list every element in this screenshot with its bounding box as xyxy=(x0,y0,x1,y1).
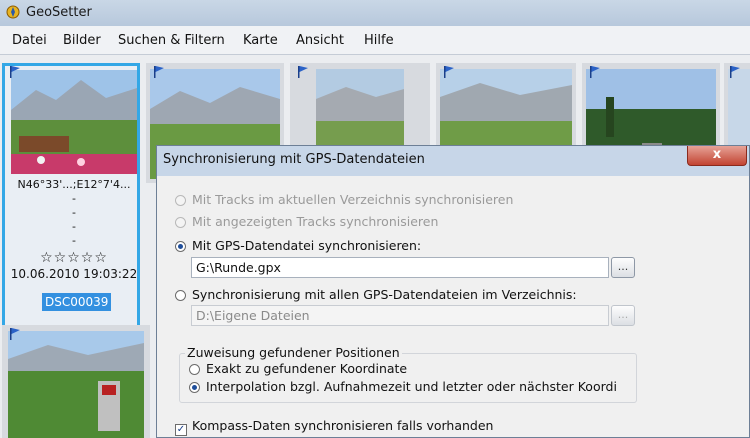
gps-flag-icon xyxy=(590,66,600,78)
thumbnail-dash: - xyxy=(72,192,76,205)
menu-bilder[interactable]: Bilder xyxy=(63,33,101,48)
rating-stars[interactable]: ☆☆☆☆☆ xyxy=(5,250,143,266)
dialog-title: Synchronisierung mit GPS-Datendateien xyxy=(163,152,425,167)
gps-flag-icon xyxy=(10,66,20,78)
close-button[interactable]: x xyxy=(687,146,747,166)
thumbnail-datetime: 10.06.2010 19:03:22 xyxy=(10,267,138,281)
option-interpolation[interactable]: Interpolation bzgl. Aufnahmezeit und let… xyxy=(189,379,617,394)
radio-selected-icon xyxy=(189,382,200,393)
window-title: GeoSetter xyxy=(26,5,92,20)
thumbnail[interactable] xyxy=(2,325,150,438)
thumbnail-dash: - xyxy=(72,206,76,219)
browse-gps-file-button[interactable]: ... xyxy=(611,257,635,278)
menu-suchen-filtern[interactable]: Suchen & Filtern xyxy=(118,33,225,48)
compass-checkbox-row[interactable]: ✓ Kompass-Daten synchronisieren falls vor… xyxy=(175,418,493,436)
gps-flag-icon xyxy=(298,66,308,78)
gps-sync-dialog: Synchronisierung mit GPS-Datendateien x … xyxy=(156,145,750,438)
menu-ansicht[interactable]: Ansicht xyxy=(296,33,344,48)
option-gps-file[interactable]: Mit GPS-Datendatei synchronisieren: xyxy=(175,238,421,253)
thumbnail-filename: DSC00039 xyxy=(42,293,112,311)
menu-bar: Datei Bilder Suchen & Filtern Karte Ansi… xyxy=(0,26,750,55)
gps-flag-icon xyxy=(730,66,740,78)
gps-flag-icon xyxy=(444,66,454,78)
option-all-files-directory[interactable]: Synchronisierung mit allen GPS-Datendate… xyxy=(175,287,577,302)
browse-directory-button[interactable]: ... xyxy=(611,305,635,326)
directory-path-input[interactable]: D:\Eigene Dateien xyxy=(191,305,609,326)
assignment-group-label: Zuweisung gefundener Positionen xyxy=(185,345,402,360)
option-tracks-shown[interactable]: Mit angezeigten Tracks synchronisieren xyxy=(175,214,438,229)
radio-icon xyxy=(175,217,186,228)
option-exact-coordinate[interactable]: Exakt zu gefundener Koordinate xyxy=(189,361,407,376)
gps-flag-icon xyxy=(154,66,164,78)
gps-flag-icon xyxy=(10,328,20,340)
thumbnail-dash: - xyxy=(72,220,76,233)
menu-datei[interactable]: Datei xyxy=(12,33,47,48)
thumbnail-coords: N46°33'...;E12°7'4... xyxy=(17,178,131,191)
geosetter-icon xyxy=(6,5,20,19)
radio-icon xyxy=(189,364,200,375)
radio-icon xyxy=(175,195,186,206)
menu-karte[interactable]: Karte xyxy=(243,33,278,48)
window-titlebar: GeoSetter xyxy=(0,0,750,27)
option-tracks-directory[interactable]: Mit Tracks im aktuellen Verzeichnis sync… xyxy=(175,192,513,207)
radio-selected-icon xyxy=(175,241,186,252)
menu-hilfe[interactable]: Hilfe xyxy=(364,33,394,48)
photo-thumbnail xyxy=(11,70,137,174)
thumbnail-dash: - xyxy=(72,234,76,247)
checkbox-checked-icon[interactable]: ✓ xyxy=(175,424,187,436)
radio-icon xyxy=(175,290,186,301)
gps-file-path-input[interactable]: G:\Runde.gpx xyxy=(191,257,609,278)
